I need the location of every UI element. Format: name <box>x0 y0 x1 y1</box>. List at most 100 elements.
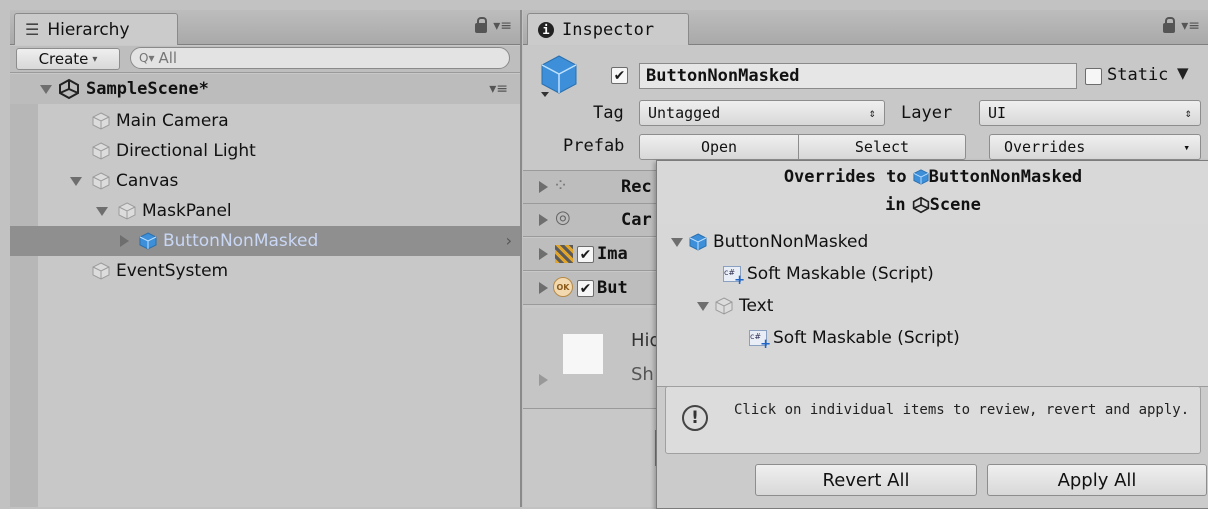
hierarchy-item-label: EventSystem <box>116 261 229 281</box>
component-label: Ima <box>597 244 628 264</box>
hierarchy-item-label: Directional Light <box>116 141 256 161</box>
prefab-open-label: Open <box>700 138 738 156</box>
tag-dropdown[interactable]: Untagged ⇕ <box>639 100 885 126</box>
tab-inspector[interactable]: i Inspector <box>527 13 689 45</box>
overrides-title: Overrides to ButtonNonMasked in Scene <box>657 161 1208 226</box>
hierarchy-item-label: Main Camera <box>116 111 229 131</box>
scene-name: SampleScene* <box>86 79 209 99</box>
expand-arrow-icon[interactable] <box>70 176 82 186</box>
gameobject-icon <box>92 142 110 160</box>
updown-arrows-icon: ⇕ <box>1184 106 1192 120</box>
search-input[interactable]: Q▾ All <box>130 47 510 69</box>
hierarchy-item-label: Canvas <box>116 171 179 191</box>
revert-all-button[interactable]: Revert All <box>755 464 977 496</box>
prefab-select-button[interactable]: Select <box>798 134 966 160</box>
unity-scene-icon <box>59 78 79 100</box>
tag-label: Tag <box>593 103 624 123</box>
layer-dropdown[interactable]: UI ⇕ <box>979 100 1201 126</box>
prefab-icon <box>139 232 157 250</box>
collapse-arrow-icon[interactable] <box>539 282 548 294</box>
collapse-arrow-icon[interactable] <box>120 235 129 247</box>
prefab-overrides-label: Overrides <box>1004 138 1086 156</box>
gameobject-icon <box>715 297 733 315</box>
static-checkbox[interactable] <box>1085 68 1102 85</box>
scene-row[interactable]: SampleScene* ▾≡ <box>10 74 520 104</box>
collapse-arrow-icon[interactable] <box>539 181 548 193</box>
expand-arrow-icon[interactable] <box>697 301 709 311</box>
hierarchy-item-eventsystem[interactable]: EventSystem <box>10 256 520 286</box>
search-placeholder: All <box>158 49 178 67</box>
prefab-cube-icon <box>541 55 577 97</box>
gameobject-icon <box>92 112 110 130</box>
hierarchy-tab-tools: ▾≡ <box>475 17 512 34</box>
prefab-open-button[interactable]: Open <box>639 134 799 160</box>
hierarchy-item-label: MaskPanel <box>142 201 232 221</box>
prefab-overrides-dropdown[interactable]: Overrides ▾ <box>989 134 1201 160</box>
static-dropdown-icon[interactable]: ▼ <box>1177 64 1189 82</box>
override-item-label: ButtonNonMasked <box>713 232 869 252</box>
material-line2: Sh <box>631 364 654 385</box>
menu-icon[interactable]: ▾≡ <box>493 18 512 34</box>
tab-hierarchy[interactable]: ☰ Hierarchy <box>14 13 178 45</box>
hierarchy-item-main-camera[interactable]: Main Camera <box>10 106 520 136</box>
button-component-icon: OK <box>553 277 573 297</box>
overrides-popup: Overrides to ButtonNonMasked in Scene Bu… <box>656 160 1208 509</box>
script-added-icon: c# + <box>749 330 771 352</box>
rect-transform-icon: ⁘ <box>553 175 569 196</box>
override-item-root[interactable]: ButtonNonMasked <box>671 228 868 256</box>
canvas-renderer-icon: ◎ <box>555 207 571 228</box>
tab-hierarchy-label: Hierarchy <box>47 19 130 40</box>
inspector-tab-tools: ▾≡ <box>1163 17 1200 34</box>
lock-icon[interactable] <box>1163 17 1176 33</box>
material-swatch <box>563 334 603 374</box>
script-added-icon: c# + <box>723 266 745 288</box>
expand-arrow-icon[interactable] <box>671 237 683 247</box>
expand-arrow-icon[interactable] <box>40 84 52 94</box>
hierarchy-item-buttonnonmasked[interactable]: ButtonNonMasked › <box>10 226 520 256</box>
button-enabled-checkbox[interactable]: ✔ <box>577 280 594 297</box>
prefab-select-label: Select <box>854 138 910 156</box>
updown-arrows-icon: ⇕ <box>868 106 876 120</box>
override-item-child[interactable]: Text <box>697 292 773 320</box>
tab-inspector-label: Inspector <box>562 19 655 40</box>
info-alert-icon: ! <box>682 405 708 431</box>
override-item-label: Soft Maskable (Script) <box>773 328 960 348</box>
search-icon: Q▾ <box>139 51 155 65</box>
create-label: Create <box>38 50 89 68</box>
overrides-title-scene: Scene <box>929 195 981 215</box>
overrides-title-prefix: Overrides to <box>783 167 907 187</box>
hierarchy-panel: ☰ Hierarchy ▾≡ Create ▾ Q▾ All SampleSce… <box>10 10 522 507</box>
scene-menu-icon[interactable]: ▾≡ <box>489 81 508 97</box>
menu-icon[interactable]: ▾≡ <box>1181 18 1200 34</box>
collapse-arrow-icon[interactable] <box>539 214 548 226</box>
unity-scene-icon <box>912 196 929 214</box>
hierarchy-item-directional-light[interactable]: Directional Light <box>10 136 520 166</box>
override-item-root-component[interactable]: c# + Soft Maskable (Script) <box>723 260 934 288</box>
static-label: Static <box>1107 65 1169 85</box>
hierarchy-item-canvas[interactable]: Canvas <box>10 166 520 196</box>
prefab-label: Prefab <box>563 136 625 156</box>
active-checkbox[interactable]: ✔ <box>611 67 628 84</box>
apply-all-button[interactable]: Apply All <box>987 464 1207 496</box>
override-item-label: Text <box>739 296 774 316</box>
hierarchy-tabstrip: ☰ Hierarchy ▾≡ <box>10 10 520 45</box>
lock-icon[interactable] <box>475 17 488 33</box>
help-text: Click on individual items to review, rev… <box>734 402 1190 418</box>
chevron-right-icon[interactable]: › <box>506 231 512 250</box>
hierarchy-item-maskpanel[interactable]: MaskPanel <box>10 196 520 226</box>
object-name-field[interactable]: ButtonNonMasked <box>639 63 1077 89</box>
create-button[interactable]: Create ▾ <box>16 48 120 70</box>
component-label: But <box>597 278 628 298</box>
collapse-arrow-icon[interactable] <box>539 374 548 386</box>
revert-all-label: Revert All <box>822 469 910 491</box>
dropdown-arrow-icon: ▾ <box>92 53 98 65</box>
expand-arrow-icon[interactable] <box>96 206 108 216</box>
collapse-arrow-icon[interactable] <box>539 248 548 260</box>
image-enabled-checkbox[interactable]: ✔ <box>577 246 594 263</box>
gameobject-icon <box>118 202 136 220</box>
gameobject-icon <box>92 172 110 190</box>
overrides-tree: ButtonNonMasked c# + Soft Maskable (Scrip… <box>657 224 1208 387</box>
overrides-title-in: in <box>885 195 906 215</box>
info-icon: i <box>538 21 554 38</box>
override-item-child-component[interactable]: c# + Soft Maskable (Script) <box>749 324 960 352</box>
